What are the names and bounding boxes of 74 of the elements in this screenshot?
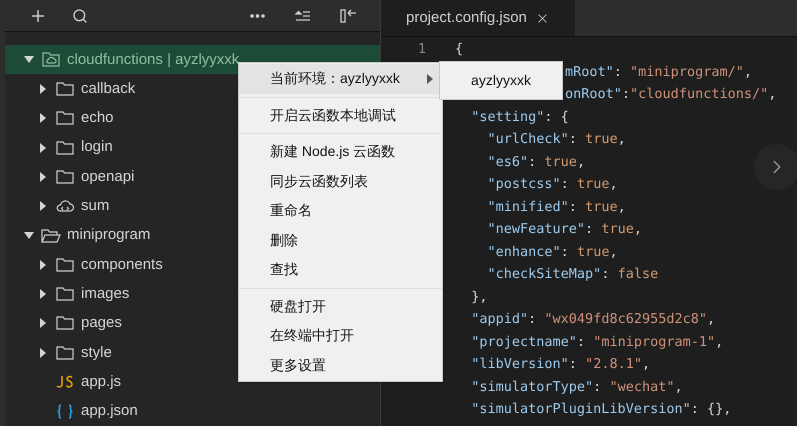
code-line: "checkSiteMap": false	[486, 265, 658, 284]
submenu-item[interactable]: ayzlyyxxk	[471, 70, 531, 91]
open-folder-icon	[41, 228, 61, 243]
tree-item-label: components	[81, 254, 163, 275]
code-line: "newFeature": true,	[486, 220, 642, 239]
code-line: {	[455, 40, 464, 59]
cloud-folder-icon	[42, 52, 60, 68]
submenu-arrow-icon	[427, 74, 434, 84]
folder-icon	[56, 140, 74, 155]
collapsed-caret-icon	[40, 172, 46, 182]
folder-icon	[56, 258, 74, 272]
code-line: "libVersion": "2.8.1",	[470, 355, 650, 374]
code-line: onRoot":"cloudfunctions/",	[565, 85, 776, 104]
collapse-icon	[295, 10, 311, 22]
menu-item[interactable]: 重命名	[239, 196, 442, 226]
collapsed-caret-icon	[40, 113, 46, 124]
tab-label: project.config.json	[406, 8, 527, 28]
code-line: "postcss": true,	[486, 175, 618, 194]
collapsed-caret-icon	[40, 84, 46, 94]
code-line: "appid": "wx049fd8c62955d2c8",	[470, 310, 716, 329]
tree-item-label: app.js	[81, 372, 122, 392]
menu-item[interactable]: 硬盘打开	[239, 292, 442, 321]
menu-item[interactable]: 更多设置	[239, 350, 442, 380]
tree-item-label: login	[81, 137, 113, 158]
line-number: 1	[416, 40, 426, 59]
code-line: "simulatorPluginLibVersion": {},	[470, 400, 732, 419]
folder-icon	[56, 170, 74, 184]
code-line: "projectname": "miniprogram-1",	[470, 332, 724, 352]
folder-icon	[56, 287, 74, 302]
code-line: "setting": {	[470, 108, 569, 126]
menu-item[interactable]: 开启云函数本地调试	[239, 100, 442, 130]
tree-item-label: cloudfunctions | ayzlyyxxk	[67, 50, 240, 70]
tree-item-label: pages	[81, 313, 122, 334]
javascript-file-icon	[56, 375, 74, 390]
collapsed-caret-icon	[40, 142, 46, 153]
code-line: "simulatorType": "wechat",	[470, 378, 683, 396]
folder-icon	[56, 346, 74, 360]
collapsed-caret-icon	[40, 318, 46, 328]
menu-item[interactable]: 新建 Node.js 云函数	[239, 137, 442, 166]
menu-item[interactable]: 同步云函数列表	[239, 166, 442, 196]
tree-item-label: callback	[81, 78, 136, 99]
folder-icon	[56, 316, 74, 330]
folder-icon	[56, 82, 74, 96]
ellipsis-icon	[250, 14, 264, 18]
code-line: "es6": true,	[486, 152, 586, 172]
tree-item-label: images	[81, 284, 130, 304]
json-file-icon	[56, 404, 74, 419]
tree-item-label: style	[81, 342, 112, 362]
tree-item-label: app.json	[81, 401, 138, 422]
search-icon	[72, 8, 88, 24]
collapsed-caret-icon	[40, 260, 46, 270]
tree-item-label: sum	[81, 196, 110, 216]
code-line: "minified": true,	[486, 198, 626, 216]
cloud-icon	[55, 199, 75, 214]
editor-tab[interactable]: project.config.json	[381, 0, 575, 36]
expanded-caret-icon	[24, 232, 34, 240]
folder-icon	[56, 111, 74, 126]
menu-item[interactable]: 查找	[239, 255, 442, 284]
code-line: "urlCheck": true,	[486, 130, 626, 149]
tree-item-label: echo	[81, 108, 114, 128]
collapsed-caret-icon	[40, 201, 46, 212]
code-line: "enhance": true,	[486, 242, 618, 262]
code-line: },	[470, 288, 488, 306]
menu-item[interactable]: 在终端中打开	[239, 321, 442, 350]
expanded-caret-icon	[24, 56, 34, 64]
tree-row[interactable]: app.json	[5, 396, 380, 426]
collapsed-caret-icon	[40, 348, 46, 358]
collapsed-caret-icon	[40, 289, 46, 300]
menu-item[interactable]: 当前环境：ayzlyyxxk	[239, 64, 442, 94]
tree-item-label: miniprogram	[67, 225, 150, 246]
code-line: mRoot": "miniprogram/",	[565, 62, 752, 82]
tree-item-label: openapi	[81, 166, 134, 187]
panel-arrow-icon	[340, 8, 358, 24]
menu-item[interactable]: 删除	[239, 226, 442, 255]
